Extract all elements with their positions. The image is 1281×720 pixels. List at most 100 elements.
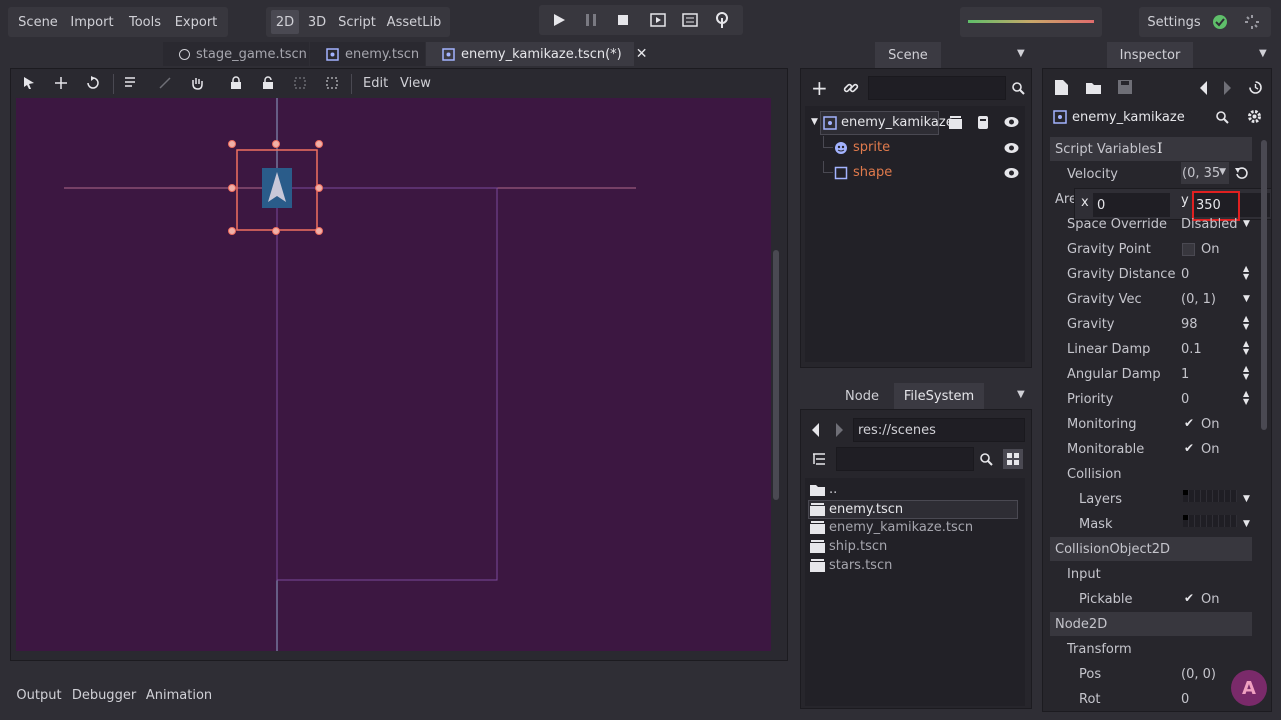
prop-value[interactable]: 0.1 — [1181, 342, 1202, 357]
file-item-enemy-kamikaze[interactable]: enemy_kamikaze.tscn — [808, 519, 1018, 537]
stop-icon[interactable] — [613, 10, 633, 30]
prop-value[interactable]: 1 — [1181, 367, 1189, 382]
menu-import[interactable]: Import — [66, 7, 118, 37]
history-back-icon[interactable] — [1200, 81, 1208, 99]
file-item-stars[interactable]: stars.tscn — [808, 557, 1018, 575]
dock-menu-arrow-icon[interactable]: ▼ — [1259, 48, 1267, 59]
play-custom-scene-icon[interactable] — [680, 10, 700, 30]
link-icon[interactable] — [843, 80, 859, 100]
prop-value[interactable]: Disabled — [1181, 217, 1237, 232]
open-folder-icon[interactable] — [1086, 81, 1101, 98]
velocity-value[interactable]: (0, 35 ▼ — [1181, 162, 1229, 184]
prop-value[interactable]: 98 — [1181, 317, 1198, 332]
chevron-down-icon[interactable]: ▼ — [1243, 519, 1250, 529]
grid-view-icon[interactable] — [1003, 449, 1023, 469]
spinner-arrows-icon[interactable]: ▲ ▼ — [1243, 265, 1249, 281]
dock-menu-arrow-icon[interactable]: ▼ — [1017, 389, 1025, 400]
tab-output[interactable]: Output — [14, 684, 64, 706]
tree-node-root[interactable]: ▼ enemy_kamikaze — [809, 111, 1024, 135]
visibility-eye-icon[interactable] — [1004, 142, 1019, 158]
prop-value[interactable]: 0 — [1181, 267, 1189, 282]
script-icon[interactable] — [976, 115, 990, 134]
section-collision-object-2d[interactable]: CollisionObject2D — [1050, 537, 1252, 561]
history-forward-icon[interactable] — [1223, 81, 1231, 99]
menu-export[interactable]: Export — [172, 7, 220, 37]
scene-filter-input[interactable] — [868, 76, 1006, 100]
tab-animation[interactable]: Animation — [144, 684, 214, 706]
tab-filesystem[interactable]: FileSystem — [894, 383, 984, 409]
tab-enemy[interactable]: enemy.tscn — [310, 42, 425, 66]
group-icon[interactable] — [293, 76, 307, 90]
search-icon[interactable] — [1216, 111, 1229, 128]
prop-value[interactable]: 0 — [1181, 392, 1189, 407]
checkbox-unchecked[interactable] — [1182, 243, 1195, 256]
spinner-arrows-icon[interactable]: ▲ ▼ — [1243, 390, 1249, 406]
inspector-scrollbar[interactable] — [1261, 140, 1267, 430]
viewport-scrollbar[interactable] — [773, 250, 779, 500]
chevron-down-icon[interactable]: ▼ — [1243, 494, 1250, 504]
pan-tool-icon[interactable] — [190, 76, 204, 90]
popup-x-field[interactable]: 0 — [1093, 193, 1170, 217]
prop-value[interactable]: (0, 1) — [1181, 292, 1216, 307]
spinner-arrows-icon[interactable]: ▲ ▼ — [1243, 340, 1249, 356]
file-item-enemy[interactable]: enemy.tscn — [808, 500, 1018, 519]
group-input[interactable]: Input — [1067, 567, 1101, 582]
tab-enemy-kamikaze[interactable]: enemy_kamikaze.tscn(*) ✕ — [426, 42, 648, 66]
play-icon[interactable] — [549, 10, 569, 30]
menu-scene[interactable]: Scene — [14, 7, 62, 37]
settings-button[interactable]: Settings — [1145, 7, 1203, 37]
search-icon[interactable] — [1012, 82, 1025, 99]
history-icon[interactable] — [1248, 80, 1263, 99]
instance-icon[interactable] — [948, 115, 963, 134]
back-icon[interactable] — [812, 423, 820, 441]
select-tool-icon[interactable] — [22, 76, 36, 90]
menu-tools[interactable]: Tools — [122, 7, 168, 37]
debug-options-icon[interactable] — [712, 10, 732, 30]
lock-icon[interactable] — [229, 76, 243, 90]
chevron-down-icon[interactable]: ▼ — [1243, 294, 1250, 304]
tab-node[interactable]: Node — [838, 383, 886, 409]
section-script-variables[interactable]: Script Variables — [1050, 137, 1252, 161]
mode-3d[interactable]: 3D — [303, 10, 331, 34]
close-icon[interactable]: ✕ — [636, 46, 648, 62]
section-node2d[interactable]: Node2D — [1050, 612, 1252, 636]
dock-menu-arrow-icon[interactable]: ▼ — [1017, 48, 1025, 59]
scene-dock-title[interactable]: Scene — [875, 42, 941, 68]
list-tool-icon[interactable] — [124, 76, 138, 90]
ungroup-icon[interactable] — [325, 76, 339, 90]
forward-icon[interactable] — [835, 423, 843, 441]
checkmark-icon[interactable]: ✔ — [1184, 441, 1194, 455]
spinner-arrows-icon[interactable]: ▲ ▼ — [1243, 315, 1249, 331]
tab-stage-game[interactable]: stage_game.tscn — [163, 42, 309, 66]
new-resource-icon[interactable] — [1055, 80, 1068, 99]
play-scene-icon[interactable] — [648, 10, 668, 30]
viewport-canvas[interactable] — [16, 98, 771, 651]
add-node-icon[interactable]: + — [811, 78, 828, 98]
revert-icon[interactable] — [1235, 166, 1249, 184]
prop-value[interactable]: 0 — [1181, 692, 1189, 707]
mode-assetlib[interactable]: AssetLib — [384, 10, 444, 34]
mode-2d[interactable]: 2D — [271, 10, 299, 34]
tree-node-shape[interactable]: shape — [809, 161, 1024, 185]
mask-grid[interactable] — [1183, 515, 1237, 527]
spinner-arrows-icon[interactable]: ▲ ▼ — [1243, 365, 1249, 381]
inspector-dock-title[interactable]: Inspector — [1107, 42, 1193, 68]
move-tool-icon[interactable] — [54, 76, 68, 90]
path-field[interactable]: res://scenes — [853, 418, 1025, 442]
save-icon[interactable] — [1118, 80, 1132, 98]
group-transform[interactable]: Transform — [1067, 642, 1132, 657]
file-item-parent[interactable]: .. — [808, 481, 1018, 499]
visibility-eye-icon[interactable] — [1004, 116, 1019, 132]
mode-script[interactable]: Script — [336, 10, 378, 34]
gear-icon[interactable] — [1247, 109, 1262, 128]
checkmark-icon[interactable]: ✔ — [1184, 416, 1194, 430]
rotate-tool-icon[interactable] — [86, 76, 100, 90]
layer-grid[interactable] — [1183, 490, 1237, 502]
tree-view-icon[interactable] — [812, 452, 826, 470]
bone-tool-icon[interactable] — [158, 76, 172, 90]
pause-icon[interactable] — [581, 10, 601, 30]
group-collision[interactable]: Collision — [1067, 467, 1121, 482]
chevron-down-icon[interactable]: ▼ — [1243, 219, 1250, 229]
file-item-ship[interactable]: ship.tscn — [808, 538, 1018, 556]
checkmark-icon[interactable]: ✔ — [1184, 591, 1194, 605]
